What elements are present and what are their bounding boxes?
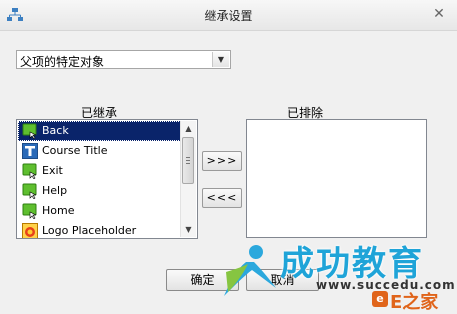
list-item-label: Exit: [42, 164, 63, 177]
grip-line: [186, 163, 190, 164]
list-item-label: Logo Placeholder: [42, 224, 137, 237]
green-button-icon: [22, 183, 37, 199]
camera-logo-icon: [372, 291, 388, 307]
list-item-logo-placeholder[interactable]: Logo Placeholder: [18, 221, 181, 238]
image-placeholder-icon: [22, 223, 38, 238]
excluded-list[interactable]: [246, 119, 427, 238]
title-bar[interactable]: 继承设置 ✕: [0, 0, 457, 31]
dialog-title: 继承设置: [204, 9, 253, 23]
dropdown-selected-value: 父项的特定对象: [20, 55, 105, 69]
list-item-course-title[interactable]: Course Title: [18, 141, 181, 161]
scrollbar-thumb[interactable]: [182, 137, 194, 184]
list-item-label: Help: [42, 184, 68, 197]
move-to-excluded-button[interactable]: >>>: [202, 151, 242, 171]
list-item-back[interactable]: Back: [18, 121, 181, 141]
cancel-button[interactable]: 取消: [246, 269, 319, 291]
close-icon[interactable]: ✕: [431, 6, 447, 22]
inherit-source-dropdown[interactable]: 父项的特定对象 ▼: [16, 50, 231, 69]
green-button-icon: [22, 203, 37, 219]
grip-line: [186, 160, 190, 161]
chevron-down-icon[interactable]: ▼: [212, 52, 229, 67]
list-item-label: Back: [42, 124, 69, 137]
inherited-list-scrollbar[interactable]: ▲ ▼: [180, 121, 196, 237]
green-button-icon: [22, 123, 37, 139]
list-item-label: Home: [42, 204, 75, 217]
ok-button[interactable]: 确定: [166, 269, 239, 291]
inherited-list[interactable]: Back Course Title Exit Help Home Logo Pl…: [16, 119, 198, 239]
list-item-help[interactable]: Help: [18, 181, 181, 201]
list-item-label: Course Title: [42, 144, 108, 157]
scroll-down-icon[interactable]: ▼: [181, 222, 196, 237]
watermark-cam-letter: e: [376, 292, 384, 305]
watermark-url: www.succedu.com: [316, 278, 456, 292]
green-button-icon: [22, 163, 37, 179]
move-to-inherited-button[interactable]: <<<: [202, 188, 242, 208]
list-item-home[interactable]: Home: [18, 201, 181, 221]
inheritance-settings-dialog: 继承设置 ✕ 父项的特定对象 ▼ 已继承 已排除 Back Course Tit…: [0, 0, 457, 313]
text-t-icon: [22, 143, 38, 159]
watermark-site-name: E之家: [390, 292, 439, 313]
list-item-exit[interactable]: Exit: [18, 161, 181, 181]
scroll-up-icon[interactable]: ▲: [181, 121, 196, 136]
grip-line: [186, 157, 190, 158]
